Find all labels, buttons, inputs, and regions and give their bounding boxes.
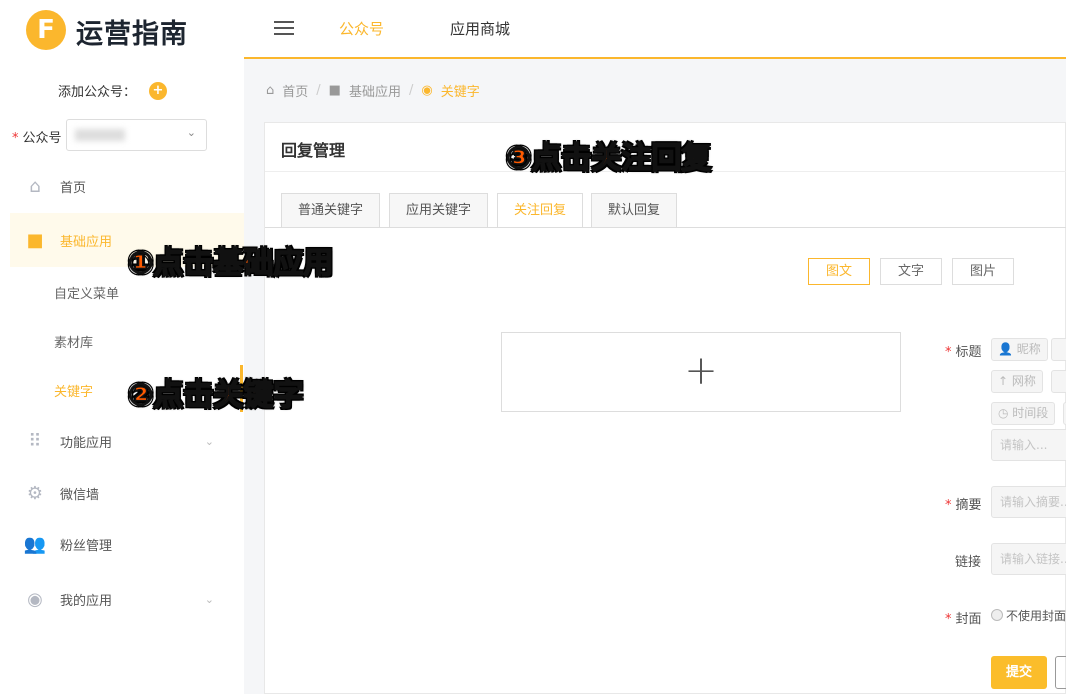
grid-icon: ⠿: [28, 430, 42, 452]
top-header: 公众号 应用商城: [244, 0, 1066, 59]
sidebar-item-home[interactable]: ⌂ 首页: [10, 160, 244, 212]
cover-label: 封面: [955, 612, 982, 627]
sidebar-item-label: 基础应用: [60, 234, 113, 250]
chrome-icon: ◉: [27, 588, 43, 610]
sidebar-item-label: 首页: [60, 180, 87, 196]
type-text-button[interactable]: 文字: [880, 258, 942, 285]
annotation-step-3: ③点击关注回复: [505, 140, 712, 177]
tab-default-reply[interactable]: 默认回复: [591, 193, 678, 227]
chip-nickname[interactable]: 👤 昵称: [991, 338, 1048, 361]
chip-more[interactable]: [1051, 338, 1066, 361]
tab-follow-reply[interactable]: 关注回复: [497, 193, 584, 228]
sidebar-item-my-apps[interactable]: ◉ 我的应用 ⌄: [10, 573, 244, 625]
chevron-down-icon: ⌄: [186, 126, 196, 139]
breadcrumb-basic-apps[interactable]: 基础应用: [349, 81, 401, 100]
summary-label: 摘要: [955, 498, 982, 513]
chip-netname[interactable]: ↑ 网称: [991, 370, 1043, 393]
annotation-step-2: ②点击关键字: [127, 377, 304, 414]
type-image-button[interactable]: 图片: [952, 258, 1014, 285]
sidebar-item-label: 我的应用: [60, 593, 113, 609]
chevron-down-icon: ⌄: [204, 592, 214, 606]
home-icon: ⌂: [266, 83, 275, 98]
submit-button[interactable]: 提交: [991, 656, 1047, 689]
add-account-label: 添加公众号：: [58, 85, 137, 100]
image-upload-area[interactable]: +: [501, 332, 901, 412]
sidebar-item-label: 粉丝管理: [60, 538, 113, 554]
cover-radio[interactable]: [991, 609, 1003, 621]
tab-normal-keywords[interactable]: 普通关键字: [281, 193, 381, 227]
menu-toggle-icon[interactable]: [274, 21, 294, 35]
title-input[interactable]: 请输入...: [991, 429, 1066, 461]
gear-icon: ⚙: [26, 482, 44, 504]
sidebar-item-label: 微信墙: [60, 487, 100, 503]
card-title: 回复管理: [281, 141, 346, 160]
blurred-account-name: [75, 129, 125, 141]
sidebar: F 运营指南 添加公众号： + * 公众号 ⌄ ⌂ 首页 ■ 基础应用 自定义菜单 素…: [0, 0, 244, 694]
required-mark: *: [12, 131, 19, 146]
logo-icon: F: [26, 10, 66, 50]
account-select[interactable]: ⌄: [66, 119, 207, 151]
breadcrumb-home[interactable]: 首页: [282, 81, 308, 100]
tab-official-account[interactable]: 公众号: [339, 18, 385, 59]
cover-option-label: 不使用封面: [1006, 609, 1066, 623]
link-label: 链接: [955, 555, 982, 570]
circle-icon: ◉: [421, 83, 433, 98]
logo-text: 运营指南: [76, 19, 188, 50]
sidebar-item-wechat-wall[interactable]: ⚙ 微信墙: [10, 467, 244, 519]
users-icon: 👥: [23, 533, 47, 555]
account-label: 公众号: [22, 131, 62, 146]
tab-app-keywords[interactable]: 应用关键字: [389, 193, 489, 227]
chip-more[interactable]: [1051, 370, 1066, 393]
sidebar-subitem-material[interactable]: 素材库: [54, 332, 93, 351]
sidebar-subitem-custom-menu[interactable]: 自定义菜单: [54, 283, 119, 302]
sidebar-subitem-keywords[interactable]: 关键字: [54, 381, 93, 400]
chevron-down-icon: ⌄: [204, 434, 214, 448]
home-icon: ⌂: [29, 175, 41, 197]
breadcrumb: ⌂ 首页 / ■ 基础应用 / ◉ 关键字: [266, 81, 480, 100]
cube-icon: ■: [26, 229, 44, 251]
sidebar-item-feature-apps[interactable]: ⠿ 功能应用 ⌄: [10, 415, 244, 467]
secondary-button[interactable]: [1055, 656, 1066, 689]
cube-icon: ■: [328, 83, 341, 98]
reply-management-card: 回复管理 普通关键字 应用关键字 关注回复 默认回复 图文 文字 图片 + * 标…: [264, 122, 1066, 694]
chip-time-period[interactable]: ◷ 时间段: [991, 402, 1056, 425]
add-account-button[interactable]: +: [149, 82, 167, 100]
annotation-step-1: ①点击基础应用: [127, 245, 334, 282]
type-news-button[interactable]: 图文: [808, 258, 870, 285]
summary-input[interactable]: 请输入摘要...: [991, 486, 1066, 518]
sidebar-item-label: 功能应用: [60, 435, 113, 451]
breadcrumb-current: 关键字: [440, 85, 480, 100]
sidebar-item-fans[interactable]: 👥 粉丝管理: [10, 518, 244, 570]
tab-divider: [265, 227, 1066, 228]
title-label: 标题: [955, 345, 982, 360]
link-input[interactable]: 请输入链接...: [991, 543, 1066, 575]
tab-app-store[interactable]: 应用商城: [450, 18, 510, 39]
